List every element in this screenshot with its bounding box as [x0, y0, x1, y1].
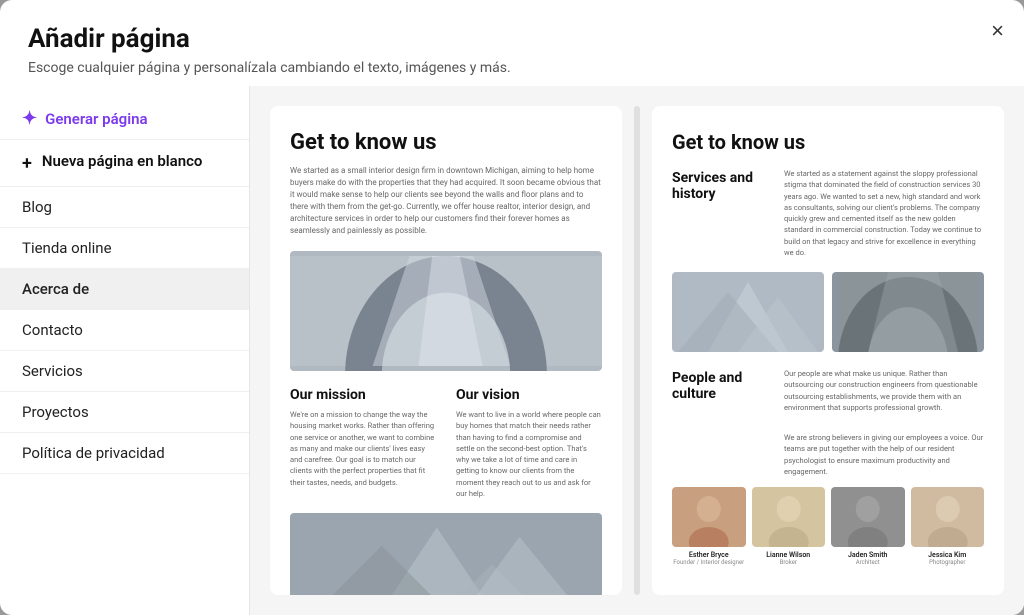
left-preview-heading: Get to know us	[290, 130, 602, 155]
services-row: Services and history We started as a sta…	[672, 168, 984, 258]
person-name-4: Jessica Kim	[928, 551, 966, 559]
sidebar-item-servicios[interactable]: Servicios	[0, 351, 249, 392]
modal-subtitle: Escoge cualquier página y personalízala …	[28, 60, 996, 76]
person-avatar-2	[752, 487, 826, 547]
person-role-3: Architect	[856, 559, 880, 566]
person-name-2: Lianne Wilson	[766, 551, 810, 559]
new-blank-page-button[interactable]: + Nueva página en blanco	[0, 139, 249, 187]
modal-body: ✦ Generar página + Nueva página en blanc…	[0, 86, 1024, 615]
two-images-row	[672, 272, 984, 352]
generate-page-label: Generar página	[45, 110, 147, 128]
plus-icon: +	[22, 153, 32, 174]
right-preview-heading: Get to know us	[672, 130, 984, 154]
mission-text: We're on a mission to change the way the…	[290, 409, 436, 488]
left-preview-body: We started as a small interior design fi…	[290, 165, 602, 237]
right-preview-card[interactable]: Get to know us Services and history We s…	[652, 106, 1004, 595]
person-role-2: Broker	[780, 559, 797, 566]
mission-col: Our mission We're on a mission to change…	[290, 387, 436, 499]
sidebar-item-label: Tienda online	[22, 239, 112, 257]
add-page-modal: Añadir página Escoge cualquier página y …	[0, 0, 1024, 615]
sidebar-item-label: Contacto	[22, 321, 83, 339]
person-avatar-3	[831, 487, 905, 547]
sidebar-item-blog[interactable]: Blog	[0, 187, 249, 228]
people-photos-row: Esther Bryce Founder / Interior designer…	[672, 487, 984, 566]
people-texts: Our people are what make us unique. Rath…	[784, 368, 984, 477]
new-page-label: Nueva página en blanco	[42, 152, 203, 170]
close-button[interactable]: ×	[991, 20, 1004, 42]
person-card-1: Esther Bryce Founder / Interior designer	[672, 487, 746, 566]
vision-col: Our vision We want to live in a world wh…	[456, 387, 602, 499]
services-text: We started as a statement against the sl…	[784, 168, 984, 258]
mission-heading: Our mission	[290, 387, 436, 403]
content-area: Get to know us We started as a small int…	[250, 86, 1024, 615]
left-preview-two-col: Our mission We're on a mission to change…	[290, 387, 602, 499]
generate-page-button[interactable]: ✦ Generar página	[0, 98, 249, 139]
people-label: People and culture	[672, 368, 772, 402]
sidebar: ✦ Generar página + Nueva página en blanc…	[0, 86, 250, 615]
sidebar-item-privacidad[interactable]: Política de privacidad	[0, 433, 249, 474]
modal-title: Añadir página	[28, 24, 996, 54]
person-card-4: Jessica Kim Photographer	[911, 487, 985, 566]
left-preview-card[interactable]: Get to know us We started as a small int…	[270, 106, 622, 595]
left-preview-image-1	[290, 251, 602, 371]
person-name-1: Esther Bryce	[689, 551, 729, 559]
people-text-2: We are strong believers in giving our em…	[784, 432, 984, 477]
person-role-4: Photographer	[929, 559, 965, 566]
person-card-2: Lianne Wilson Broker	[752, 487, 826, 566]
vertical-divider	[634, 106, 640, 595]
modal-header: Añadir página Escoge cualquier página y …	[0, 0, 1024, 86]
sidebar-item-contacto[interactable]: Contacto	[0, 310, 249, 351]
right-preview-image-2	[832, 272, 984, 352]
person-avatar-4	[911, 487, 985, 547]
people-text-1: Our people are what make us unique. Rath…	[784, 368, 984, 413]
person-role-1: Founder / Interior designer	[673, 559, 744, 566]
people-row: People and culture Our people are what m…	[672, 368, 984, 477]
sidebar-item-label: Proyectos	[22, 403, 89, 421]
person-card-3: Jaden Smith Architect	[831, 487, 905, 566]
vision-heading: Our vision	[456, 387, 602, 403]
sidebar-item-acerca[interactable]: Acerca de	[0, 269, 249, 310]
sidebar-item-proyectos[interactable]: Proyectos	[0, 392, 249, 433]
sidebar-item-label: Política de privacidad	[22, 444, 165, 462]
sidebar-item-label: Acerca de	[22, 280, 89, 298]
services-label: Services and history	[672, 168, 772, 202]
sidebar-item-label: Servicios	[22, 362, 83, 380]
vision-text: We want to live in a world where people …	[456, 409, 602, 499]
sidebar-item-label: Blog	[22, 198, 52, 216]
left-preview-image-2	[290, 513, 602, 595]
person-avatar-1	[672, 487, 746, 547]
right-preview-image-1	[672, 272, 824, 352]
person-name-3: Jaden Smith	[848, 551, 887, 559]
sidebar-item-tienda[interactable]: Tienda online	[0, 228, 249, 269]
spark-icon: ✦	[22, 108, 37, 129]
